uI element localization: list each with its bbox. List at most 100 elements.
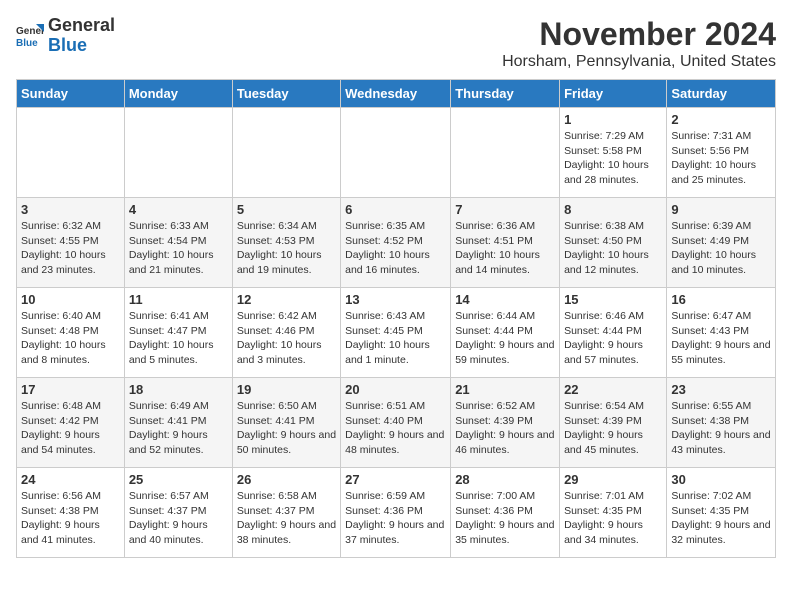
day-number: 22 (564, 382, 662, 397)
week-row-0: 1 Sunrise: 7:29 AM Sunset: 5:58 PM Daylig… (17, 108, 776, 198)
weekday-header-wednesday: Wednesday (341, 80, 451, 108)
day-cell (451, 108, 560, 198)
day-cell: 3 Sunrise: 6:32 AM Sunset: 4:55 PM Daylig… (17, 198, 125, 288)
weekday-header-monday: Monday (124, 80, 232, 108)
day-number: 25 (129, 472, 228, 487)
day-info: Sunrise: 6:36 AM Sunset: 4:51 PM Dayligh… (455, 219, 555, 278)
day-cell (341, 108, 451, 198)
weekday-header-sunday: Sunday (17, 80, 125, 108)
day-number: 21 (455, 382, 555, 397)
day-info: Sunrise: 6:43 AM Sunset: 4:45 PM Dayligh… (345, 309, 446, 368)
day-number: 12 (237, 292, 336, 307)
day-info: Sunrise: 6:42 AM Sunset: 4:46 PM Dayligh… (237, 309, 336, 368)
weekday-header-saturday: Saturday (667, 80, 776, 108)
day-cell: 17Sunrise: 6:48 AM Sunset: 4:42 PM Dayli… (17, 378, 125, 468)
day-number: 2 (671, 112, 771, 127)
day-info: Sunrise: 6:35 AM Sunset: 4:52 PM Dayligh… (345, 219, 446, 278)
weekday-header-friday: Friday (560, 80, 667, 108)
week-row-1: 3 Sunrise: 6:32 AM Sunset: 4:55 PM Daylig… (17, 198, 776, 288)
day-cell: 22 Sunrise: 6:54 AM Sunset: 4:39 PM Dayli… (560, 378, 667, 468)
day-info: Sunrise: 6:34 AM Sunset: 4:53 PM Dayligh… (237, 219, 336, 278)
day-info: Sunrise: 6:58 AM Sunset: 4:37 PM Dayligh… (237, 489, 336, 548)
day-cell: 8 Sunrise: 6:38 AM Sunset: 4:50 PM Daylig… (560, 198, 667, 288)
day-number: 1 (564, 112, 662, 127)
day-info: Sunrise: 6:41 AM Sunset: 4:47 PM Dayligh… (129, 309, 228, 368)
day-cell (124, 108, 232, 198)
day-info: Sunrise: 6:59 AM Sunset: 4:36 PM Dayligh… (345, 489, 446, 548)
day-cell: 11 Sunrise: 6:41 AM Sunset: 4:47 PM Dayli… (124, 288, 232, 378)
day-cell (17, 108, 125, 198)
day-number: 24 (21, 472, 120, 487)
day-number: 14 (455, 292, 555, 307)
day-cell: 5Sunrise: 6:34 AM Sunset: 4:53 PM Daylig… (232, 198, 340, 288)
day-info: Sunrise: 6:54 AM Sunset: 4:39 PM Dayligh… (564, 399, 662, 458)
day-info: Sunrise: 7:01 AM Sunset: 4:35 PM Dayligh… (564, 489, 662, 548)
day-info: Sunrise: 6:38 AM Sunset: 4:50 PM Dayligh… (564, 219, 662, 278)
day-cell: 23Sunrise: 6:55 AM Sunset: 4:38 PM Dayli… (667, 378, 776, 468)
day-cell: 4 Sunrise: 6:33 AM Sunset: 4:54 PM Daylig… (124, 198, 232, 288)
logo: General Blue General Blue (16, 16, 115, 56)
day-number: 9 (671, 202, 771, 217)
day-cell: 19 Sunrise: 6:50 AM Sunset: 4:41 PM Dayli… (232, 378, 340, 468)
header: General Blue General Blue November 2024 … (16, 16, 776, 71)
day-info: Sunrise: 7:00 AM Sunset: 4:36 PM Dayligh… (455, 489, 555, 548)
day-number: 16 (671, 292, 771, 307)
calendar-subtitle: Horsham, Pennsylvania, United States (502, 53, 776, 71)
day-info: Sunrise: 6:39 AM Sunset: 4:49 PM Dayligh… (671, 219, 771, 278)
day-cell: 18 Sunrise: 6:49 AM Sunset: 4:41 PM Dayli… (124, 378, 232, 468)
week-row-2: 10Sunrise: 6:40 AM Sunset: 4:48 PM Dayli… (17, 288, 776, 378)
day-number: 13 (345, 292, 446, 307)
day-number: 6 (345, 202, 446, 217)
calendar-table: SundayMondayTuesdayWednesdayThursdayFrid… (16, 79, 776, 558)
day-number: 4 (129, 202, 228, 217)
day-cell: 20Sunrise: 6:51 AM Sunset: 4:40 PM Dayli… (341, 378, 451, 468)
day-info: Sunrise: 6:56 AM Sunset: 4:38 PM Dayligh… (21, 489, 120, 548)
day-info: Sunrise: 7:29 AM Sunset: 5:58 PM Dayligh… (564, 129, 662, 188)
day-cell (232, 108, 340, 198)
day-cell: 2Sunrise: 7:31 AM Sunset: 5:56 PM Daylig… (667, 108, 776, 198)
day-cell: 13 Sunrise: 6:43 AM Sunset: 4:45 PM Dayli… (341, 288, 451, 378)
day-number: 29 (564, 472, 662, 487)
day-number: 27 (345, 472, 446, 487)
day-number: 23 (671, 382, 771, 397)
logo-blue-text: Blue (48, 35, 87, 55)
day-number: 11 (129, 292, 228, 307)
day-info: Sunrise: 6:52 AM Sunset: 4:39 PM Dayligh… (455, 399, 555, 458)
day-cell: 27 Sunrise: 6:59 AM Sunset: 4:36 PM Dayli… (341, 468, 451, 558)
day-cell: 29 Sunrise: 7:01 AM Sunset: 4:35 PM Dayli… (560, 468, 667, 558)
day-info: Sunrise: 6:48 AM Sunset: 4:42 PM Dayligh… (21, 399, 120, 458)
day-cell: 7 Sunrise: 6:36 AM Sunset: 4:51 PM Daylig… (451, 198, 560, 288)
day-cell: 24 Sunrise: 6:56 AM Sunset: 4:38 PM Dayli… (17, 468, 125, 558)
day-cell: 26 Sunrise: 6:58 AM Sunset: 4:37 PM Dayli… (232, 468, 340, 558)
day-cell: 15 Sunrise: 6:46 AM Sunset: 4:44 PM Dayli… (560, 288, 667, 378)
day-info: Sunrise: 6:32 AM Sunset: 4:55 PM Dayligh… (21, 219, 120, 278)
day-number: 19 (237, 382, 336, 397)
svg-text:Blue: Blue (16, 38, 38, 49)
day-cell: 9 Sunrise: 6:39 AM Sunset: 4:49 PM Daylig… (667, 198, 776, 288)
day-number: 8 (564, 202, 662, 217)
day-cell: 1 Sunrise: 7:29 AM Sunset: 5:58 PM Daylig… (560, 108, 667, 198)
day-info: Sunrise: 6:51 AM Sunset: 4:40 PM Dayligh… (345, 399, 446, 458)
day-info: Sunrise: 6:46 AM Sunset: 4:44 PM Dayligh… (564, 309, 662, 368)
day-number: 3 (21, 202, 120, 217)
day-info: Sunrise: 6:40 AM Sunset: 4:48 PM Dayligh… (21, 309, 120, 368)
day-number: 28 (455, 472, 555, 487)
day-cell: 12 Sunrise: 6:42 AM Sunset: 4:46 PM Dayli… (232, 288, 340, 378)
day-number: 7 (455, 202, 555, 217)
day-cell: 30Sunrise: 7:02 AM Sunset: 4:35 PM Dayli… (667, 468, 776, 558)
day-cell: 6 Sunrise: 6:35 AM Sunset: 4:52 PM Daylig… (341, 198, 451, 288)
day-cell: 10Sunrise: 6:40 AM Sunset: 4:48 PM Dayli… (17, 288, 125, 378)
day-cell: 16Sunrise: 6:47 AM Sunset: 4:43 PM Dayli… (667, 288, 776, 378)
day-cell: 21 Sunrise: 6:52 AM Sunset: 4:39 PM Dayli… (451, 378, 560, 468)
day-number: 26 (237, 472, 336, 487)
day-info: Sunrise: 6:49 AM Sunset: 4:41 PM Dayligh… (129, 399, 228, 458)
weekday-header-thursday: Thursday (451, 80, 560, 108)
weekday-header-row: SundayMondayTuesdayWednesdayThursdayFrid… (17, 80, 776, 108)
day-cell: 25 Sunrise: 6:57 AM Sunset: 4:37 PM Dayli… (124, 468, 232, 558)
day-info: Sunrise: 6:57 AM Sunset: 4:37 PM Dayligh… (129, 489, 228, 548)
day-number: 18 (129, 382, 228, 397)
day-info: Sunrise: 6:33 AM Sunset: 4:54 PM Dayligh… (129, 219, 228, 278)
weekday-header-tuesday: Tuesday (232, 80, 340, 108)
day-number: 15 (564, 292, 662, 307)
day-info: Sunrise: 6:50 AM Sunset: 4:41 PM Dayligh… (237, 399, 336, 458)
